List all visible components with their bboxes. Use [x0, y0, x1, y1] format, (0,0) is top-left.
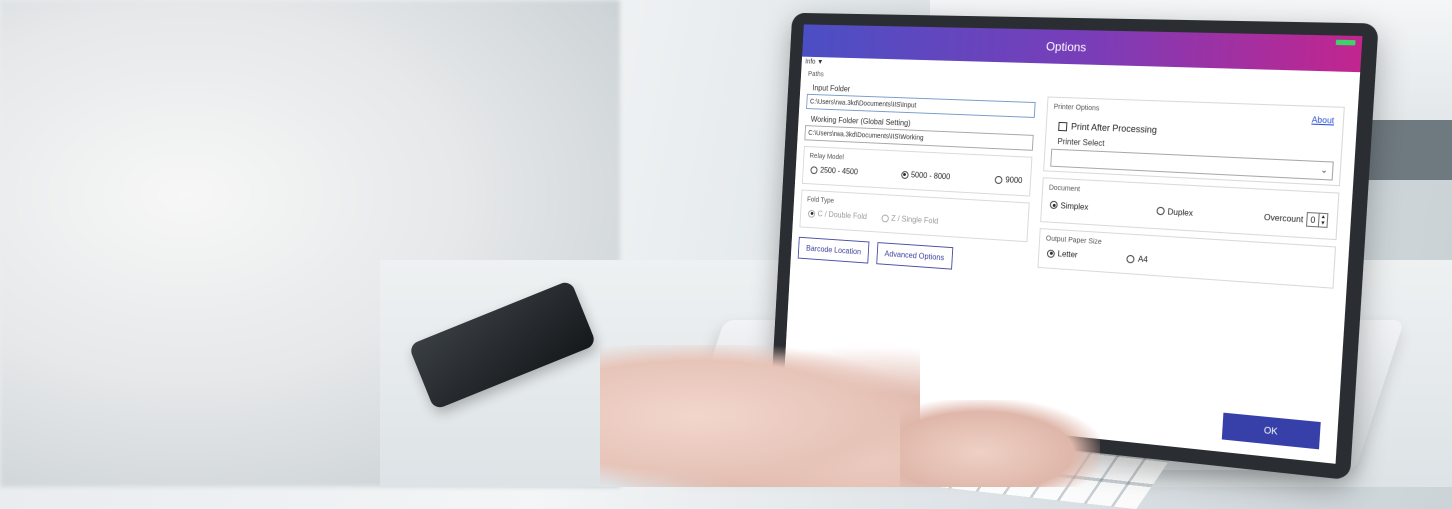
left-column: Paths Input Folder C:\Users\rwa.3kd\Docu…: [797, 69, 1038, 275]
overcount-control: Overcount 0 ▲ ▼: [1264, 210, 1329, 228]
fold-z-single-radio[interactable]: Z / Single Fold: [881, 213, 939, 226]
radio-selected-icon: [1046, 249, 1055, 258]
stepper-down-icon[interactable]: ▼: [1319, 220, 1327, 227]
ok-button[interactable]: OK: [1221, 412, 1321, 450]
relay-model-panel: Relay Model 2500 - 4500 5000 - 8000 9000: [801, 145, 1033, 197]
overcount-label: Overcount: [1263, 212, 1304, 224]
radio-label: Duplex: [1167, 206, 1194, 218]
radio-selected-icon: [807, 209, 816, 218]
chevron-down-icon: ⌄: [1320, 165, 1329, 176]
barcode-location-button[interactable]: Barcode Location: [797, 236, 870, 264]
radio-icon: [881, 213, 889, 223]
right-hand: [900, 400, 1100, 487]
printer-options-panel: Printer Options About Print After Proces…: [1043, 96, 1345, 187]
action-buttons: Barcode Location Advanced Options: [797, 236, 1027, 275]
radio-label: Simplex: [1060, 200, 1089, 212]
radio-label: 5000 - 8000: [910, 170, 951, 182]
radio-label: C / Double Fold: [817, 209, 868, 222]
radio-label: 2500 - 4500: [819, 165, 859, 177]
fold-type-panel: Fold Type C / Double Fold Z / Single Fol…: [799, 189, 1030, 243]
simplex-radio[interactable]: Simplex: [1049, 200, 1089, 212]
overcount-value: 0: [1310, 214, 1316, 225]
radio-label: A4: [1137, 254, 1149, 265]
radio-icon: [1126, 254, 1136, 263]
right-column: Printer Options About Print After Proces…: [1037, 77, 1346, 289]
a4-radio[interactable]: A4: [1126, 254, 1149, 265]
printer-options-label: Printer Options: [1053, 103, 1100, 113]
relay-2500-4500-radio[interactable]: 2500 - 4500: [810, 165, 858, 176]
radio-label: 9000: [1005, 175, 1023, 186]
letter-radio[interactable]: Letter: [1046, 249, 1078, 260]
checkbox-icon: [1058, 121, 1068, 131]
about-link[interactable]: About: [1311, 115, 1334, 125]
window-title: Options: [1045, 39, 1087, 55]
duplex-radio[interactable]: Duplex: [1156, 206, 1193, 217]
radio-icon: [810, 165, 818, 174]
radio-selected-icon: [1049, 200, 1058, 210]
radio-selected-icon: [900, 170, 909, 179]
relay-5000-8000-radio[interactable]: 5000 - 8000: [900, 170, 951, 182]
relay-9000-radio[interactable]: 9000: [994, 175, 1023, 186]
fold-c-double-radio[interactable]: C / Double Fold: [807, 209, 868, 222]
advanced-options-button[interactable]: Advanced Options: [875, 242, 954, 270]
radio-label: Z / Single Fold: [890, 213, 939, 226]
stepper-arrows: ▲ ▼: [1317, 213, 1328, 227]
battery-icon: [1335, 39, 1356, 46]
radio-icon: [994, 175, 1003, 184]
overcount-stepper[interactable]: 0 ▲ ▼: [1306, 211, 1329, 228]
radio-icon: [1156, 206, 1165, 216]
typing-hands: [600, 345, 920, 487]
radio-label: Letter: [1057, 249, 1078, 260]
checkbox-label: Print After Processing: [1070, 121, 1158, 136]
